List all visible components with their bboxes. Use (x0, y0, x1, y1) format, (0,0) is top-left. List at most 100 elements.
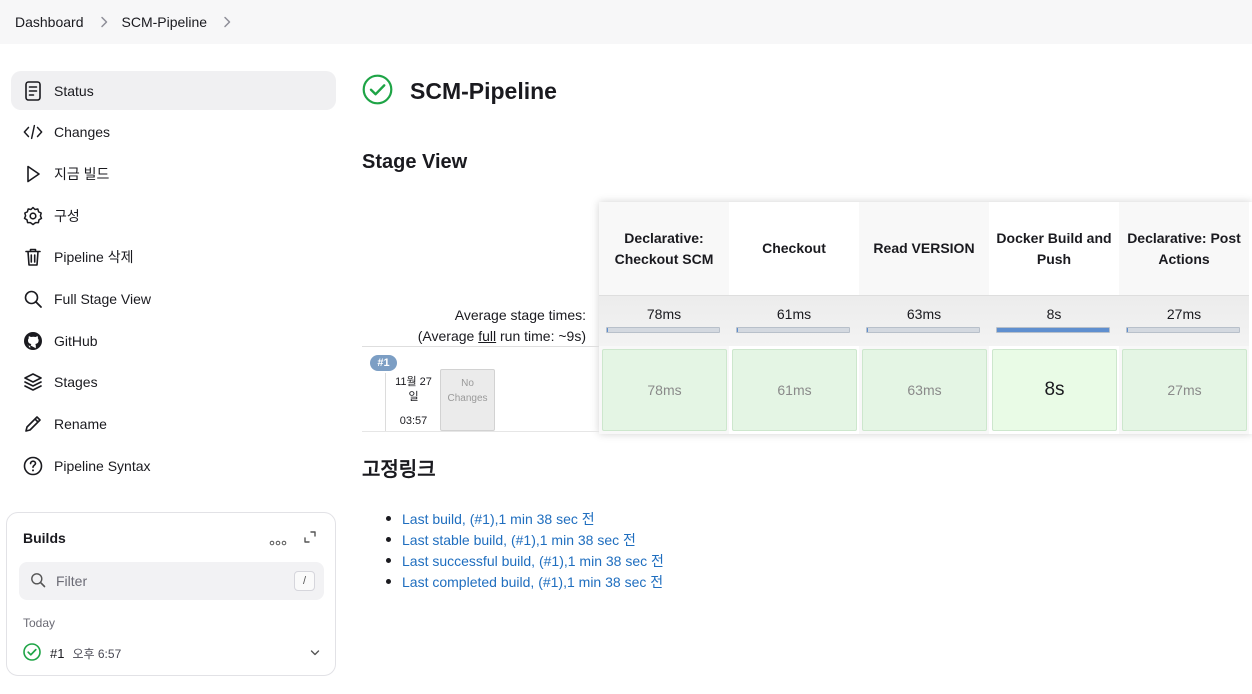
sidebar-item-full-stage-view[interactable]: Full Stage View (11, 279, 336, 318)
stage-average: 78ms (599, 295, 729, 346)
build-group-label: Today (23, 616, 56, 630)
sidebar-item-changes[interactable]: Changes (11, 113, 336, 152)
chevron-right-icon (99, 16, 109, 28)
sidebar-item-build-now[interactable]: 지금 빌드 (11, 154, 336, 193)
stage-average: 8s (989, 295, 1119, 346)
stage-average-time: 63ms (906, 306, 942, 322)
stage-run-cell[interactable]: 78ms (602, 349, 727, 431)
sidebar-item-label: Changes (54, 124, 111, 141)
more-options-icon[interactable] (269, 533, 287, 549)
permalink-last-successful-build[interactable]: Last successful build, (#1),1 min 38 sec… (402, 551, 664, 571)
sidebar-item-label: Pipeline 삭제 (54, 249, 134, 266)
code-icon (23, 122, 43, 142)
stage-column: Declarative: Post Actions 27ms 27ms (1119, 202, 1249, 434)
stage-run-cell[interactable]: 63ms (862, 349, 987, 431)
run-date-line1: 11월 27 (395, 376, 432, 388)
list-item: Last build, (#1),1 min 38 sec 전 (386, 508, 664, 529)
stage-average-bar-fill (1127, 328, 1129, 332)
builds-panel: Builds / Today #1 오후 6:57 (6, 512, 336, 676)
avg-label-line1: Average stage times: (454, 307, 586, 323)
filter-input[interactable] (56, 573, 276, 589)
run-badge[interactable]: #1 (370, 355, 397, 371)
page-title: SCM-Pipeline (410, 77, 557, 104)
stage-average-bar (1126, 327, 1240, 333)
stage-average-time: 27ms (1166, 306, 1202, 322)
stage-run-cell[interactable]: 27ms (1122, 349, 1247, 431)
sidebar: Status Changes 지금 빌드 구성 Pipeline 삭제 Full… (11, 71, 336, 488)
sidebar-item-label: Status (54, 82, 94, 99)
avg-label-line2-suffix: run time: ~9s) (496, 328, 586, 344)
sidebar-item-pipeline-syntax[interactable]: Pipeline Syntax (11, 446, 336, 485)
gear-icon (23, 206, 43, 226)
github-icon (23, 331, 43, 351)
sidebar-item-label: Full Stage View (54, 290, 152, 307)
page-header: SCM-Pipeline (362, 74, 557, 108)
list-item: Last completed build, (#1),1 min 38 sec … (386, 571, 664, 592)
sidebar-item-rename[interactable]: Rename (11, 405, 336, 444)
stage-average-bar-fill (997, 328, 1109, 332)
chevron-right-icon[interactable] (222, 16, 232, 28)
stage-average: 27ms (1119, 295, 1249, 346)
stage-view: Average stage times: (Average full run t… (362, 202, 1252, 434)
sidebar-item-github[interactable]: GitHub (11, 321, 336, 360)
stage-run-cell[interactable]: 61ms (732, 349, 857, 431)
stage-run-cell[interactable]: 8s (992, 349, 1117, 431)
build-time: 오후 6:57 (72, 646, 122, 661)
full-run-time-link[interactable]: full (478, 328, 496, 344)
chevron-down-icon[interactable] (309, 646, 321, 662)
permalink-last-stable-build[interactable]: Last stable build, (#1),1 min 38 sec 전 (402, 530, 636, 550)
stage-average-time: 78ms (646, 306, 682, 322)
stage-average-bar (866, 327, 980, 333)
success-status-icon (362, 74, 393, 108)
permalink-last-completed-build[interactable]: Last completed build, (#1),1 min 38 sec … (402, 572, 663, 592)
document-icon (23, 80, 43, 101)
play-icon (23, 164, 43, 184)
run-date-line2: 일 (408, 391, 419, 403)
run-date: 11월 27 일 03:57 (385, 373, 441, 431)
sidebar-item-label: Stages (54, 374, 98, 391)
stage-header: Checkout (762, 240, 826, 256)
stage-header: Docker Build and Push (996, 229, 1112, 267)
search-icon (30, 572, 46, 591)
sidebar-item-delete-pipeline[interactable]: Pipeline 삭제 (11, 238, 336, 277)
sidebar-item-label: 지금 빌드 (54, 165, 110, 182)
breadcrumb: Dashboard SCM-Pipeline (0, 0, 1252, 44)
builds-title: Builds (23, 530, 66, 546)
avg-label-line2-prefix: (Average (417, 328, 479, 344)
sidebar-item-label: Pipeline Syntax (54, 457, 151, 474)
stage-average-bar (996, 327, 1110, 333)
stage-average-bar-fill (867, 328, 869, 332)
stage-average-time: 61ms (776, 306, 812, 322)
average-stage-times-label: Average stage times: (Average full run t… (362, 305, 586, 347)
list-item: Last successful build, (#1),1 min 38 sec… (386, 550, 664, 571)
sidebar-item-label: Rename (54, 416, 107, 432)
sidebar-item-stages[interactable]: Stages (11, 363, 336, 402)
permalinks-heading: 고정링크 (362, 459, 436, 481)
stage-column: Docker Build and Push 8s 8s (989, 202, 1119, 434)
permalink-last-build[interactable]: Last build, (#1),1 min 38 sec 전 (402, 509, 595, 529)
breadcrumb-scm-pipeline[interactable]: SCM-Pipeline (122, 14, 208, 30)
filter-box: / (19, 562, 324, 600)
sidebar-item-configure[interactable]: 구성 (11, 196, 336, 235)
run-time: 03:57 (399, 415, 428, 427)
build-number-link[interactable]: #1 (50, 646, 64, 661)
stage-average: 61ms (729, 295, 859, 346)
layers-icon (23, 372, 43, 392)
stage-average-bar-fill (607, 328, 609, 332)
stage-average: 63ms (859, 295, 989, 346)
search-icon (23, 289, 43, 309)
sidebar-item-status[interactable]: Status (11, 71, 336, 110)
stage-average-bar-fill (737, 328, 739, 332)
run-row-header: #1 11월 27 일 03:57 No Changes (362, 346, 599, 432)
help-icon (23, 456, 43, 476)
expand-icon[interactable] (303, 530, 317, 547)
no-changes-box: No Changes (440, 369, 495, 431)
stage-average-time: 8s (1046, 306, 1062, 322)
permalinks-list: Last build, (#1),1 min 38 sec 전 Last sta… (386, 508, 664, 592)
pencil-icon (23, 414, 43, 434)
breadcrumb-dashboard[interactable]: Dashboard (15, 14, 84, 30)
trash-icon (23, 247, 43, 267)
build-row[interactable]: #1 오후 6:57 (23, 642, 321, 663)
stage-header: Declarative: Post Actions (1127, 229, 1241, 267)
sidebar-item-label: 구성 (54, 207, 80, 224)
